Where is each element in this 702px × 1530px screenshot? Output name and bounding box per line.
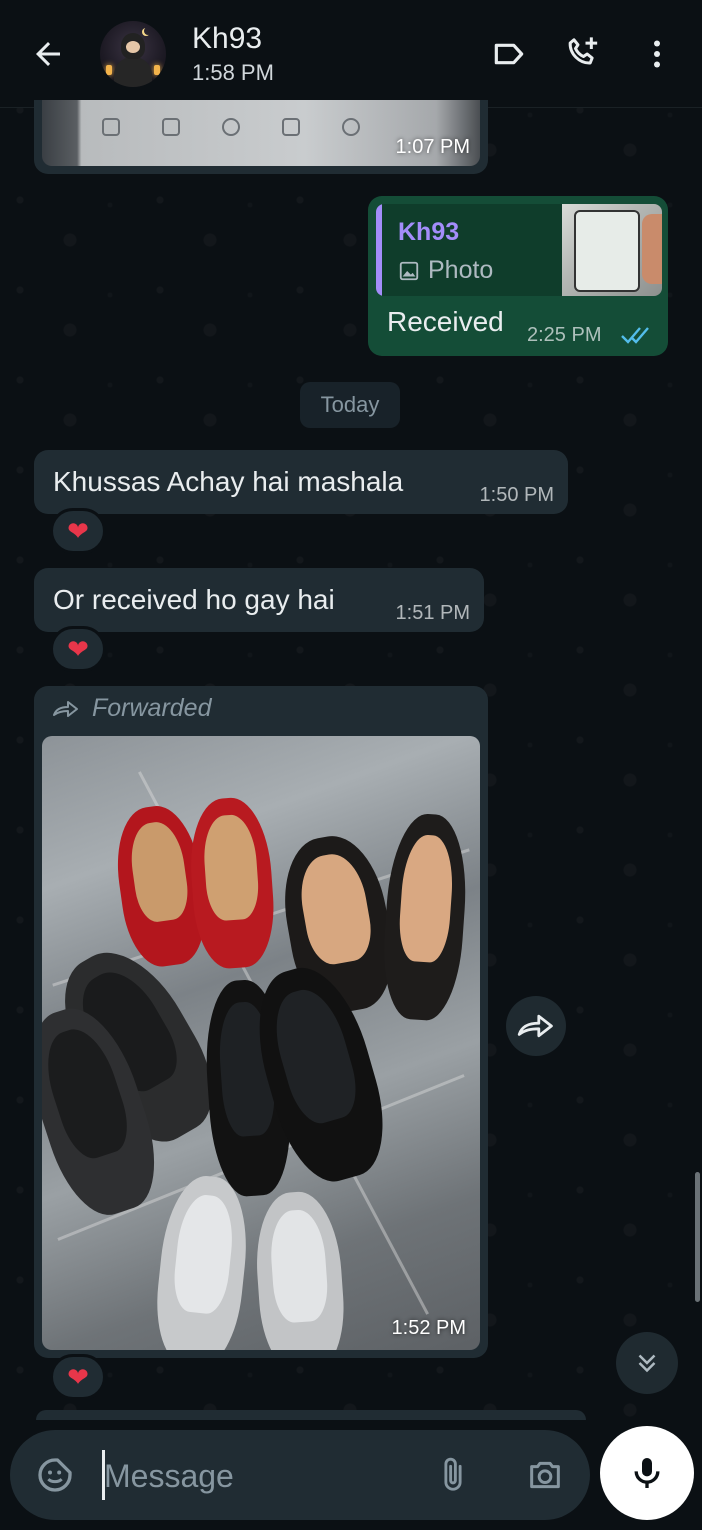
forward-icon <box>517 1014 553 1038</box>
message-time: 1:50 PM <box>479 484 554 506</box>
chat-header: Kh93 1:58 PM <box>0 0 702 108</box>
avatar-figure-face <box>126 40 140 53</box>
incoming-message[interactable]: Khussas Achay hai mashala 1:50 PM <box>34 450 568 514</box>
double-chevron-down-icon <box>638 1354 656 1373</box>
more-vertical-icon <box>654 40 660 67</box>
forwarded-icon <box>53 700 78 717</box>
add-call-icon <box>568 36 598 64</box>
avatar-figure <box>114 56 152 87</box>
voice-message-button[interactable] <box>600 1426 694 1520</box>
back-arrow-icon <box>36 41 60 66</box>
quoted-type: Photo <box>398 256 493 285</box>
message-time: 2:25 PM <box>527 324 602 346</box>
double-check-read-icon <box>621 327 649 344</box>
forwarded-label: Forwarded <box>52 694 212 723</box>
incoming-message[interactable]: Or received ho gay hai 1:51 PM <box>34 568 484 632</box>
heart-icon <box>222 118 240 136</box>
date-separator: Today <box>300 382 400 428</box>
quote-accent-bar <box>376 204 382 296</box>
sticker-button[interactable] <box>32 1452 78 1498</box>
paperclip-icon <box>444 1457 462 1491</box>
last-seen: 1:58 PM <box>192 59 274 85</box>
more-options-button[interactable] <box>628 25 686 83</box>
trash-icon <box>282 118 300 136</box>
scroll-to-bottom-button[interactable] <box>616 1332 678 1394</box>
message-text: Received <box>387 306 504 337</box>
scrollbar[interactable] <box>695 1172 700 1302</box>
quoted-message[interactable]: Kh93 Photo <box>376 204 662 296</box>
message-time: 1:07 PM <box>395 136 470 158</box>
black-shoe <box>378 811 472 1023</box>
contact-name: Kh93 <box>192 21 263 55</box>
contact-info[interactable]: Kh93 1:58 PM <box>192 21 480 87</box>
outgoing-message[interactable]: Kh93 Photo Received 2:25 PM <box>368 196 668 356</box>
message-partial <box>36 1410 586 1420</box>
quoted-sender: Kh93 <box>398 218 460 246</box>
label-button[interactable] <box>480 25 538 83</box>
silver-shoe <box>150 1172 254 1350</box>
microphone-icon <box>634 1458 660 1488</box>
moon-graphic <box>144 27 152 35</box>
edit-icon <box>162 118 180 136</box>
camera-button[interactable] <box>522 1452 568 1498</box>
lantern-graphic <box>106 64 112 75</box>
message-text: Or received ho gay hai <box>53 584 335 615</box>
phone-graphic <box>574 210 640 292</box>
heart-reaction[interactable]: ❤ <box>50 626 106 672</box>
camera-icon <box>530 1461 560 1489</box>
add-call-button[interactable] <box>554 25 612 83</box>
image-icon <box>399 261 419 280</box>
contact-avatar[interactable] <box>100 20 166 87</box>
forwarded-text: Forwarded <box>92 694 212 722</box>
back-button[interactable] <box>16 22 80 86</box>
message-time: 1:52 PM <box>391 1317 466 1339</box>
share-icon <box>102 118 120 136</box>
message-time: 1:51 PM <box>395 602 470 624</box>
hand-graphic <box>642 214 662 284</box>
attach-button[interactable] <box>430 1452 476 1498</box>
lantern-graphic <box>154 64 160 75</box>
label-icon <box>494 43 524 64</box>
forward-button[interactable] <box>506 996 566 1056</box>
silver-shoe <box>251 1189 349 1350</box>
more-icon <box>342 118 360 136</box>
heart-reaction[interactable]: ❤ <box>50 1354 106 1400</box>
quoted-type-label: Photo <box>428 256 494 284</box>
image-message-partial[interactable]: 1:07 PM <box>34 100 488 174</box>
forwarded-photo-message[interactable]: Forwarded 1:52 PM <box>34 686 488 1358</box>
sticker-icon <box>38 1458 72 1492</box>
heart-reaction[interactable]: ❤ <box>50 508 106 554</box>
quoted-thumbnail <box>562 204 662 296</box>
message-composer <box>10 1430 590 1520</box>
message-input[interactable] <box>104 1454 404 1498</box>
message-text: Khussas Achay hai mashala <box>53 466 404 497</box>
shoes-photo[interactable]: 1:52 PM <box>42 736 480 1350</box>
